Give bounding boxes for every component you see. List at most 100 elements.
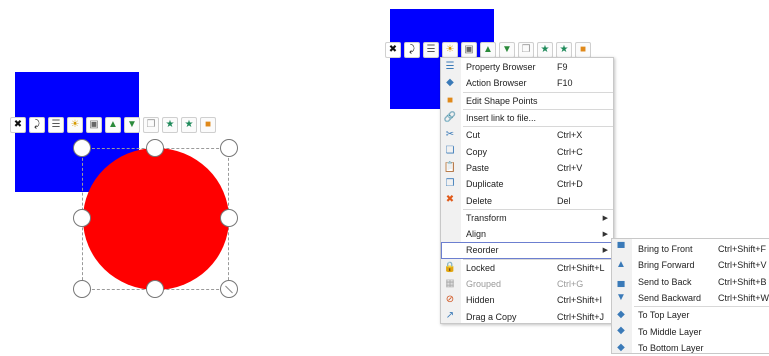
star-up-icon[interactable]: ★ bbox=[162, 117, 178, 133]
bring-forward-icon[interactable]: ▲ bbox=[480, 42, 496, 58]
paste-icon: 📋 bbox=[443, 161, 457, 173]
crossed-arrows-icon[interactable]: ✖ bbox=[10, 117, 26, 133]
menu-item-shortcut: Ctrl+Shift+B bbox=[718, 276, 767, 287]
send-to-back-icon: ▄ bbox=[617, 275, 625, 287]
send-backward-icon: ▼ bbox=[616, 291, 626, 303]
bring-forward-icon: ▲ bbox=[616, 259, 626, 271]
delete-icon: ✖ bbox=[445, 194, 455, 206]
resize-handle-bottom-right[interactable] bbox=[220, 280, 238, 298]
group-icon: ▦ bbox=[445, 277, 455, 289]
no-resize-icon bbox=[225, 285, 233, 293]
menu-item-label: Edit Shape Points bbox=[466, 95, 538, 106]
send-backward-icon[interactable]: ▼ bbox=[499, 42, 515, 58]
menu-item-align[interactable]: Align ▶ bbox=[441, 226, 613, 242]
resize-handle-left[interactable] bbox=[73, 209, 91, 227]
menu-item-copy[interactable]: ❏ Copy Ctrl+C bbox=[441, 143, 613, 159]
menu-item-drag-a-copy[interactable]: ↗ Drag a Copy Ctrl+Shift+J bbox=[441, 308, 613, 324]
bring-forward-icon[interactable]: ▲ bbox=[105, 117, 121, 133]
curved-arrow-icon[interactable]: ⤸ bbox=[404, 42, 420, 58]
menu-item-transform[interactable]: Transform ▶ bbox=[441, 210, 613, 226]
shape-toolbar: ✖ ⤸ ☰ ☀ ▣ ▲ ▼ ❐ ★ ★ ■ bbox=[10, 116, 216, 134]
menu-item-delete[interactable]: ✖ Delete Del bbox=[441, 192, 613, 208]
property-sheet-icon[interactable]: ☰ bbox=[423, 42, 439, 58]
menu-item-bring-to-front[interactable]: ▀ Bring to Front Ctrl+Shift+F bbox=[612, 241, 769, 257]
menu-item-label: Hidden bbox=[466, 295, 495, 306]
menu-item-property-browser[interactable]: ☰ Property Browser F9 bbox=[441, 59, 613, 75]
sun-icon[interactable]: ☀ bbox=[67, 117, 83, 133]
menu-item-label: Reorder bbox=[466, 245, 499, 256]
menu-item-shortcut: Ctrl+Shift+L bbox=[557, 262, 605, 273]
menu-item-shortcut: Ctrl+V bbox=[557, 162, 583, 173]
menu-item-shortcut: F9 bbox=[557, 62, 568, 73]
menu-item-to-top-layer[interactable]: ◆ To Top Layer bbox=[612, 307, 769, 323]
menu-item-locked[interactable]: 🔒 Locked Ctrl+Shift+L bbox=[441, 260, 613, 276]
cut-icon: ✂ bbox=[445, 129, 455, 141]
menu-item-label: Bring Forward bbox=[638, 260, 695, 271]
submenu-arrow-icon: ▶ bbox=[602, 231, 608, 239]
menu-item-hidden[interactable]: ⊘ Hidden Ctrl+Shift+I bbox=[441, 292, 613, 308]
property-sheet-icon[interactable]: ☰ bbox=[48, 117, 64, 133]
resize-handle-right[interactable] bbox=[220, 209, 238, 227]
square-icon[interactable]: ■ bbox=[200, 117, 216, 133]
menu-item-to-middle-layer[interactable]: ◆ To Middle Layer bbox=[612, 323, 769, 339]
menu-item-insert-link-to-file[interactable]: 🔗 Insert link to file... bbox=[441, 110, 613, 126]
menu-item-edit-shape-points[interactable]: ■ Edit Shape Points bbox=[441, 93, 613, 109]
menu-item-label: Delete bbox=[466, 195, 493, 206]
menu-item-send-backward[interactable]: ▼ Send Backward Ctrl+Shift+W bbox=[612, 290, 769, 306]
menu-item-send-to-back[interactable]: ▄ Send to Back Ctrl+Shift+B bbox=[612, 274, 769, 290]
resize-handle-bottom[interactable] bbox=[146, 280, 164, 298]
sun-icon[interactable]: ☀ bbox=[442, 42, 458, 58]
menu-item-label: Send Backward bbox=[638, 293, 702, 304]
star-up-icon[interactable]: ★ bbox=[537, 42, 553, 58]
menu-item-action-browser[interactable]: ◆ Action Browser F10 bbox=[441, 75, 613, 91]
top-layer-icon: ◆ bbox=[617, 309, 625, 321]
menu-item-label: Send to Back bbox=[638, 276, 692, 287]
menu-item-shortcut: Ctrl+Shift+W bbox=[718, 293, 769, 304]
square-icon[interactable]: ■ bbox=[575, 42, 591, 58]
context-menu: ☰ Property Browser F9 ◆ Action Browser F10 ■ Ed… bbox=[440, 57, 614, 324]
menu-item-shortcut: Ctrl+Shift+F bbox=[718, 244, 767, 255]
star-down-icon[interactable]: ★ bbox=[181, 117, 197, 133]
crossed-arrows-icon[interactable]: ✖ bbox=[385, 42, 401, 58]
duplicate-icon[interactable]: ❐ bbox=[518, 42, 534, 58]
star-down-icon[interactable]: ★ bbox=[556, 42, 572, 58]
duplicate-icon[interactable]: ❐ bbox=[143, 117, 159, 133]
resize-handle-bottom-left[interactable] bbox=[73, 280, 91, 298]
stack-icon[interactable]: ▣ bbox=[461, 42, 477, 58]
menu-item-reorder[interactable]: Reorder ▶ bbox=[441, 242, 613, 259]
menu-item-shortcut: Ctrl+D bbox=[557, 179, 583, 190]
duplicate-icon: ❐ bbox=[445, 178, 455, 190]
resize-handle-top[interactable] bbox=[146, 139, 164, 157]
menu-item-bring-forward[interactable]: ▲ Bring Forward Ctrl+Shift+V bbox=[612, 257, 769, 273]
lock-icon: 🔒 bbox=[443, 261, 457, 273]
menu-item-shortcut: Ctrl+Shift+V bbox=[718, 260, 767, 271]
bring-to-front-icon: ▀ bbox=[617, 243, 625, 254]
link-icon: 🔗 bbox=[443, 111, 457, 123]
menu-item-label: Drag a Copy bbox=[466, 311, 517, 322]
menu-item-shortcut: F10 bbox=[557, 78, 573, 89]
menu-item-label: Paste bbox=[466, 162, 490, 173]
menu-item-label: Cut bbox=[466, 130, 481, 141]
menu-item-label: Insert link to file... bbox=[466, 113, 537, 124]
menu-item-label: To Bottom Layer bbox=[638, 342, 704, 353]
submenu-arrow-icon: ▶ bbox=[602, 247, 608, 255]
menu-item-to-bottom-layer[interactable]: ◆ To Bottom Layer bbox=[612, 340, 769, 356]
menu-item-paste[interactable]: 📋 Paste Ctrl+V bbox=[441, 160, 613, 176]
menu-item-grouped[interactable]: ▦ Grouped Ctrl+G bbox=[441, 276, 613, 292]
menu-item-cut[interactable]: ✂ Cut Ctrl+X bbox=[441, 127, 613, 143]
property-browser-icon: ☰ bbox=[445, 61, 455, 72]
menu-item-duplicate[interactable]: ❐ Duplicate Ctrl+D bbox=[441, 176, 613, 192]
submenu-arrow-icon: ▶ bbox=[602, 214, 608, 222]
resize-handle-top-right[interactable] bbox=[220, 139, 238, 157]
resize-handle-top-left[interactable] bbox=[73, 139, 91, 157]
curved-arrow-icon[interactable]: ⤸ bbox=[29, 117, 45, 133]
middle-layer-icon: ◆ bbox=[617, 325, 625, 337]
menu-item-label: Bring to Front bbox=[638, 244, 693, 255]
menu-item-label: Duplicate bbox=[466, 179, 504, 190]
menu-item-shortcut: Del bbox=[557, 195, 571, 206]
menu-item-label: Transform bbox=[466, 212, 507, 223]
stack-icon[interactable]: ▣ bbox=[86, 117, 102, 133]
send-backward-icon[interactable]: ▼ bbox=[124, 117, 140, 133]
red-circle-shape[interactable] bbox=[83, 148, 229, 290]
menu-item-shortcut: Ctrl+Shift+J bbox=[557, 311, 605, 322]
